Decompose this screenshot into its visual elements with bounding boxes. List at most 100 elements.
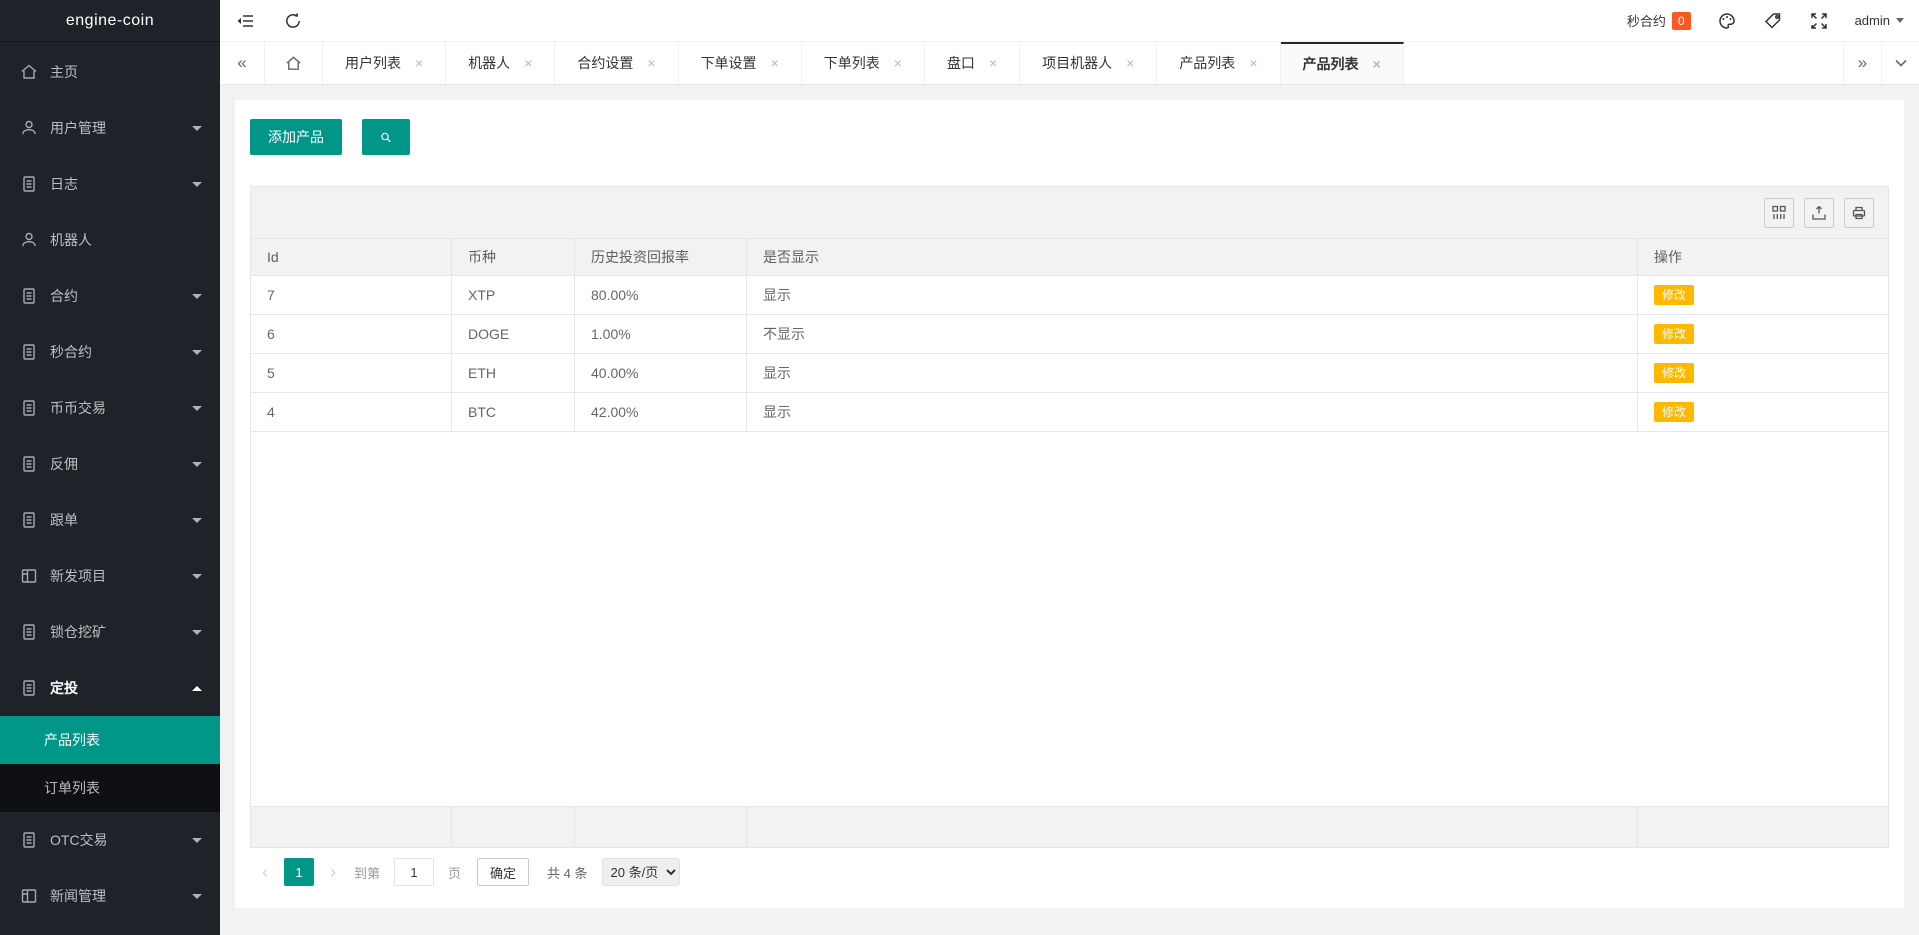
sidebar-item-copy-trade[interactable]: 跟单	[0, 492, 220, 548]
tabs-scroll-right-button[interactable]: »	[1843, 42, 1881, 84]
tab-5[interactable]: 盘口×	[925, 42, 1020, 84]
tab-close-icon[interactable]: ×	[647, 55, 655, 71]
cell-rate: 80.00%	[575, 276, 747, 314]
prev-page-button[interactable]: ‹	[250, 858, 280, 886]
export-button[interactable]	[1804, 198, 1834, 228]
sidebar-menu: 主页 用户管理 日志 机器人 合约 秒合约 币币交易	[0, 42, 220, 924]
sidebar-item-home[interactable]: 主页	[0, 44, 220, 100]
cell-visible: 显示	[747, 354, 1638, 392]
sidebar-item-rebate[interactable]: 反佣	[0, 436, 220, 492]
file-icon	[20, 399, 38, 417]
cell-coin: BTC	[452, 393, 575, 431]
cell-actions: 修改	[1638, 315, 1888, 353]
search-button[interactable]	[362, 119, 410, 155]
fullscreen-icon[interactable]	[1809, 11, 1829, 31]
user-icon	[20, 119, 38, 137]
sidebar-item-label: OTC交易	[50, 830, 192, 850]
submenu-item-product-list[interactable]: 产品列表	[0, 716, 220, 764]
table-toolbar	[251, 187, 1888, 239]
tabs-container: 用户列表×机器人×合约设置×下单设置×下单列表×盘口×项目机器人×产品列表×产品…	[323, 42, 1404, 84]
tab-close-icon[interactable]: ×	[894, 55, 902, 71]
product-table: Id币种历史投资回报率是否显示操作 7XTP80.00%显示修改6DOGE1.0…	[250, 186, 1889, 848]
tab-2[interactable]: 合约设置×	[555, 42, 678, 84]
tab-close-icon[interactable]: ×	[1249, 55, 1257, 71]
tab-close-icon[interactable]: ×	[771, 55, 779, 71]
tabs-menu-button[interactable]	[1881, 42, 1919, 84]
sec-contract-notice[interactable]: 秒合约 0	[1627, 11, 1691, 30]
refresh-icon[interactable]	[283, 11, 303, 31]
table-header-row: Id币种历史投资回报率是否显示操作	[251, 239, 1888, 276]
goto-label: 到第	[354, 863, 380, 882]
file-icon	[20, 831, 38, 849]
sidebar-item-sec-contract[interactable]: 秒合约	[0, 324, 220, 380]
sidebar-item-logs[interactable]: 日志	[0, 156, 220, 212]
table-row: 4BTC42.00%显示修改	[251, 393, 1888, 432]
cell-rate: 40.00%	[575, 354, 747, 392]
cell-coin: ETH	[452, 354, 575, 392]
print-button[interactable]	[1844, 198, 1874, 228]
table-row: 6DOGE1.00%不显示修改	[251, 315, 1888, 354]
sidebar-item-lock-mining[interactable]: 锁仓挖矿	[0, 604, 220, 660]
tabs-scroll-left-button[interactable]: «	[220, 42, 265, 84]
edit-button[interactable]: 修改	[1654, 285, 1694, 305]
sidebar-item-label: 定投	[50, 678, 192, 698]
theme-palette-icon[interactable]	[1717, 11, 1737, 31]
next-page-button[interactable]: ›	[318, 858, 348, 886]
sidebar-item-label: 新发项目	[50, 566, 192, 586]
filter-columns-button[interactable]	[1764, 198, 1794, 228]
sidebar-item-otc[interactable]: OTC交易	[0, 812, 220, 868]
sidebar-item-label: 反佣	[50, 454, 192, 474]
chevron-down-icon	[192, 350, 202, 355]
sidebar-item-robot[interactable]: 机器人	[0, 212, 220, 268]
confirm-page-button[interactable]: 确定	[477, 858, 529, 886]
sidebar-item-new-project[interactable]: 新发项目	[0, 548, 220, 604]
tab-close-icon[interactable]: ×	[1373, 56, 1381, 72]
tab-7[interactable]: 产品列表×	[1157, 42, 1280, 84]
file-icon	[20, 287, 38, 305]
tab-close-icon[interactable]: ×	[415, 55, 423, 71]
sidebar-item-user-mgmt[interactable]: 用户管理	[0, 100, 220, 156]
app-title: engine-coin	[0, 0, 220, 42]
sidebar-item-contract[interactable]: 合约	[0, 268, 220, 324]
chevron-down-icon	[192, 406, 202, 411]
tab-4[interactable]: 下单列表×	[802, 42, 925, 84]
cell-id: 7	[251, 276, 452, 314]
per-page-select[interactable]: 20 条/页	[602, 858, 680, 886]
tab-3[interactable]: 下单设置×	[679, 42, 802, 84]
tab-close-icon[interactable]: ×	[524, 55, 532, 71]
tab-8[interactable]: 产品列表×	[1281, 42, 1404, 84]
notice-label: 秒合约	[1627, 11, 1666, 30]
cell-rate: 42.00%	[575, 393, 747, 431]
collapse-sidebar-icon[interactable]	[235, 11, 255, 31]
current-page[interactable]: 1	[284, 858, 314, 886]
content-card: 添加产品 Id币种历史投资回报率是否显示操作	[235, 100, 1904, 908]
edit-button[interactable]: 修改	[1654, 402, 1694, 422]
tab-6[interactable]: 项目机器人×	[1020, 42, 1157, 84]
tab-label: 机器人	[468, 53, 510, 73]
chevron-down-icon	[192, 894, 202, 899]
edit-button[interactable]: 修改	[1654, 363, 1694, 383]
add-product-button[interactable]: 添加产品	[250, 119, 342, 155]
goto-page-input[interactable]	[394, 858, 434, 886]
username: admin	[1855, 13, 1890, 28]
page-body: 添加产品 Id币种历史投资回报率是否显示操作	[220, 85, 1919, 935]
user-menu[interactable]: admin	[1855, 13, 1904, 28]
cell-rate: 1.00%	[575, 315, 747, 353]
tab-0[interactable]: 用户列表×	[323, 42, 446, 84]
tag-icon[interactable]	[1763, 11, 1783, 31]
chevron-down-icon	[1896, 18, 1904, 23]
sidebar-item-label: 主页	[50, 62, 202, 82]
chevron-down-icon	[192, 182, 202, 187]
edit-button[interactable]: 修改	[1654, 324, 1694, 344]
tab-close-icon[interactable]: ×	[1126, 55, 1134, 71]
submenu-item-order-list[interactable]: 订单列表	[0, 764, 220, 812]
sidebar-item-spot-trade[interactable]: 币币交易	[0, 380, 220, 436]
sidebar-item-news[interactable]: 新闻管理	[0, 868, 220, 924]
sidebar-item-auto-invest[interactable]: 定投	[0, 660, 220, 716]
cell-actions: 修改	[1638, 276, 1888, 314]
tab-home[interactable]	[265, 42, 323, 84]
tab-close-icon[interactable]: ×	[989, 55, 997, 71]
file-icon	[20, 343, 38, 361]
chevron-down-icon	[192, 294, 202, 299]
tab-1[interactable]: 机器人 ×	[446, 42, 555, 84]
